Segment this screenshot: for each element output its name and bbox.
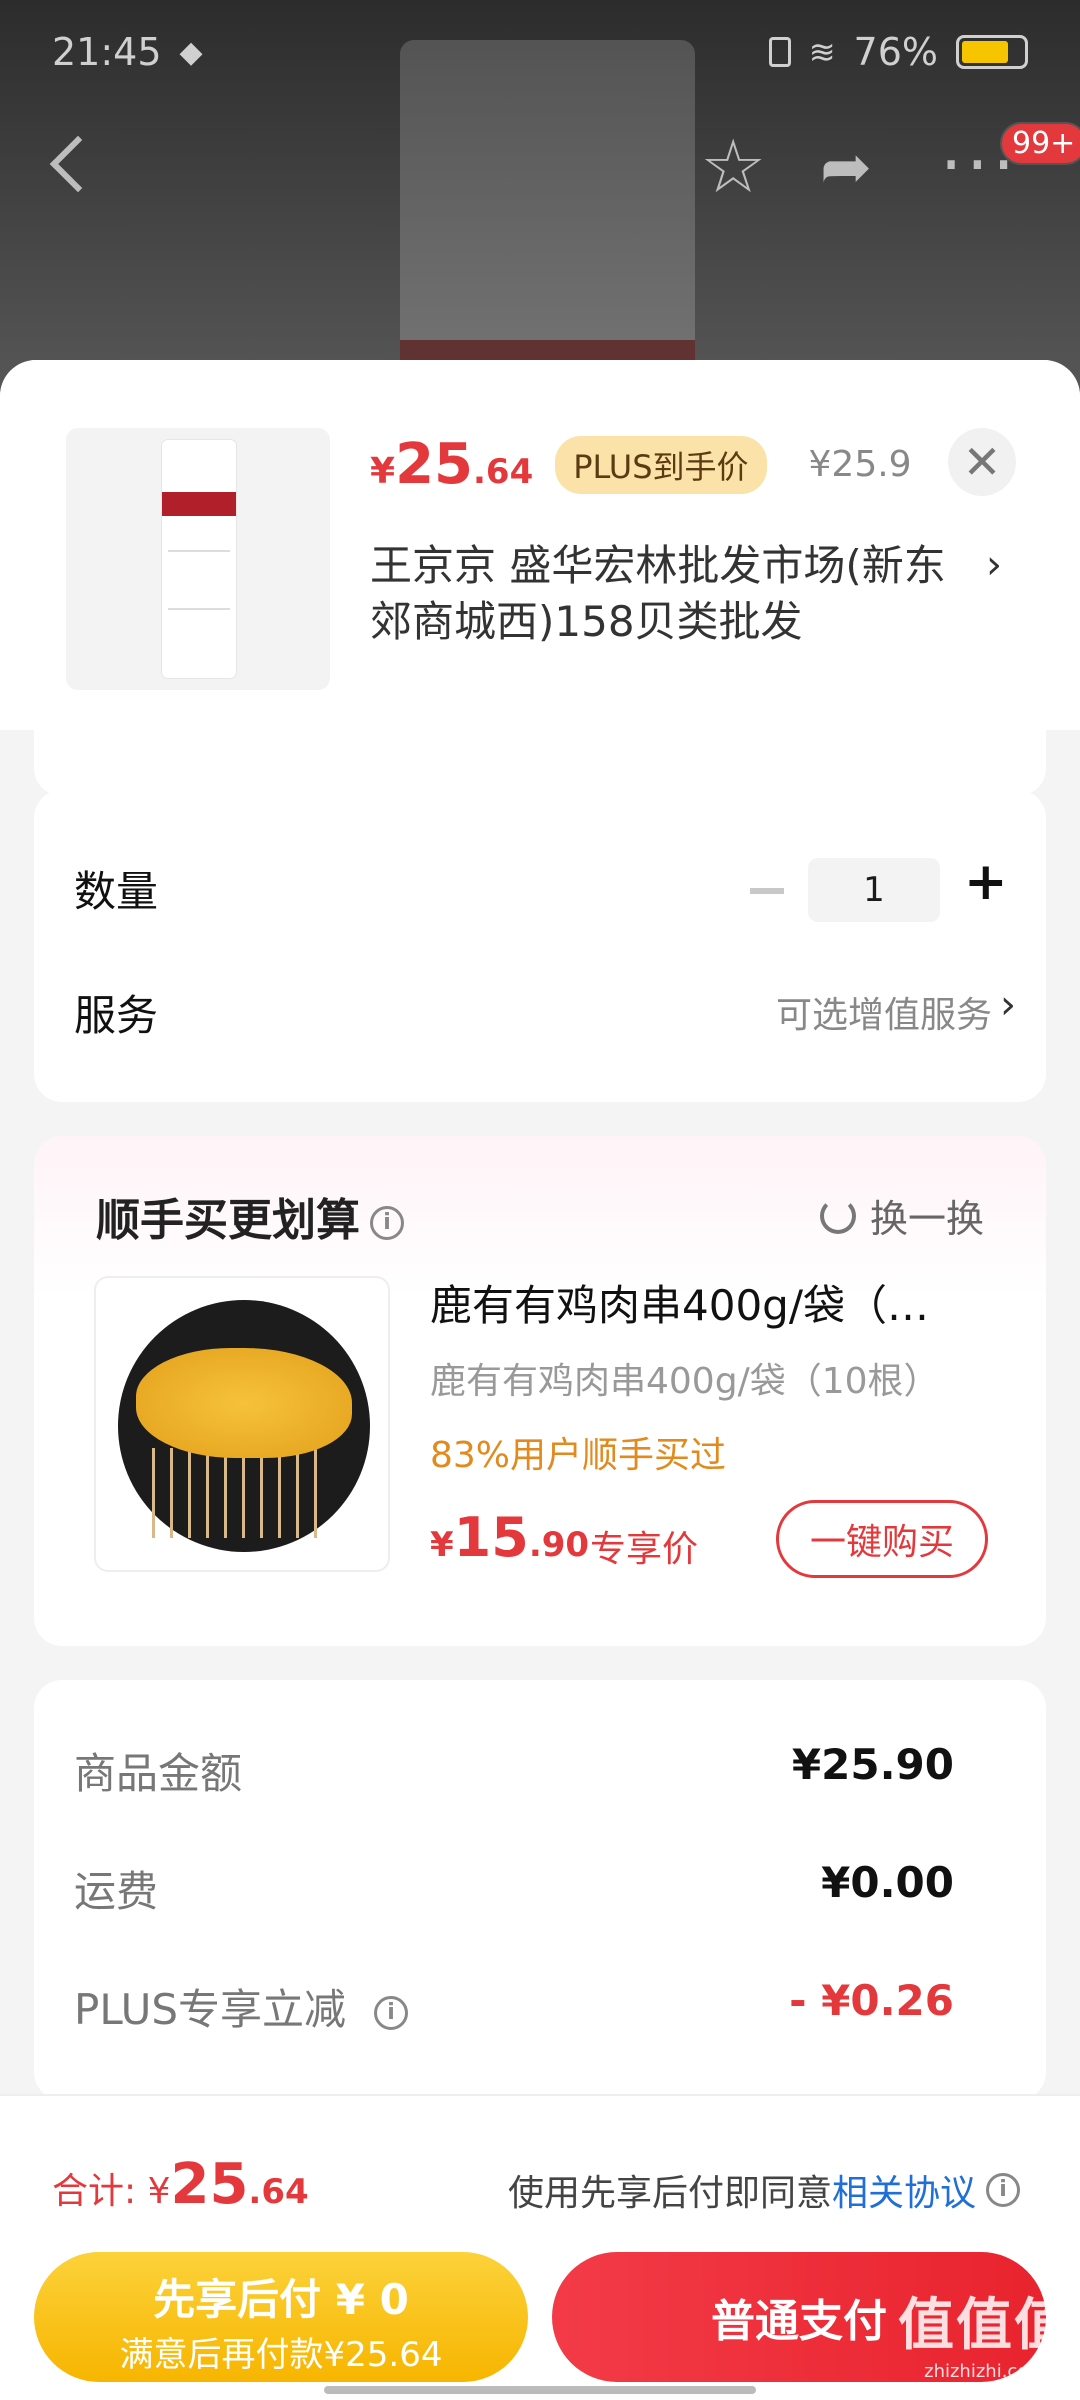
product-price: ¥25.64	[370, 432, 534, 497]
agreement-link[interactable]: 相关协议	[832, 2164, 976, 2216]
summary-row: 商品金额 ¥25.90	[74, 1740, 954, 1798]
home-indicator[interactable]	[324, 2386, 756, 2394]
total-price: 合计: ¥25.64	[52, 2152, 309, 2217]
back-arrow-icon[interactable]	[49, 135, 107, 193]
service-label: 服务	[74, 991, 159, 1040]
info-icon[interactable]: i	[986, 2173, 1020, 2207]
sim-icon	[768, 37, 791, 67]
service-value[interactable]: 可选增值服务	[776, 986, 992, 1038]
price-row: ¥25.64 PLUS到手价 ¥25.9	[370, 432, 912, 497]
share-icon[interactable]: ➦	[820, 136, 872, 198]
info-icon[interactable]: i	[370, 1206, 404, 1240]
info-icon[interactable]: i	[374, 1995, 409, 2030]
chevron-right-icon[interactable]: ›	[1000, 982, 1016, 1028]
spec-card-edge	[34, 700, 1046, 796]
one-click-buy-button[interactable]: 一键购买	[776, 1500, 988, 1578]
quantity-input[interactable]: 1	[808, 858, 940, 922]
recommend-item-image[interactable]	[94, 1276, 390, 1572]
watermark: 值值值 zhizhizhi.com	[898, 2293, 1072, 2382]
wifi-icon: ≋	[808, 33, 836, 71]
favorite-star-icon[interactable]: ☆	[700, 130, 766, 204]
quantity-plus-button[interactable]: +	[964, 852, 1008, 912]
original-price: ¥25.9	[808, 444, 912, 485]
refresh-button[interactable]: 换一换	[819, 1188, 984, 1243]
recommend-bought-text: 83%用户顺手买过	[430, 1435, 727, 1476]
close-button[interactable]: ✕	[948, 428, 1016, 496]
agreement-text: 使用先享后付即同意 相关协议 i	[508, 2164, 1020, 2216]
quantity-service-card: 数量 1 + 服务 可选增值服务 ›	[34, 790, 1046, 1102]
recommend-title: 顺手买更划算 i	[96, 1184, 404, 1248]
quantity-minus-button[interactable]	[750, 888, 784, 894]
close-icon: ✕	[962, 435, 1002, 489]
recommend-item-name[interactable]: 鹿有有鸡肉串400g/袋（…	[430, 1272, 1010, 1333]
chevron-right-icon[interactable]: ›	[986, 542, 1002, 588]
product-thumbnail	[66, 428, 330, 690]
battery-icon	[956, 35, 1028, 69]
pay-later-button[interactable]: 先享后付 ¥ 0 满意后再付款¥25.64	[34, 2252, 528, 2382]
shop-name[interactable]: 王京京 盛华宏林批发市场(新东郊商城西)158贝类批发	[370, 538, 970, 650]
plus-price-tag: PLUS到手价	[555, 435, 767, 494]
notification-icon: ◆	[179, 34, 203, 70]
top-nav: ☆ ➦ ··· 99+	[0, 122, 1080, 220]
recommend-item-subtitle: 鹿有有鸡肉串400g/袋（10根）	[430, 1361, 940, 1402]
purchase-sheet: ¥25.64 PLUS到手价 ¥25.9 ✕ 王京京 盛华宏林批发市场(新东郊商…	[0, 360, 1080, 2400]
battery-percent: 76%	[853, 30, 938, 74]
recommend-price-tag: 专享价	[590, 1529, 699, 1570]
refresh-icon	[819, 1197, 856, 1234]
recommend-card: 顺手买更划算 i 换一换 鹿有有鸡肉串400g/袋（… 鹿有有鸡肉串400g/袋（…	[34, 1136, 1046, 1646]
price-summary-card: 商品金额 ¥25.90 运费 ¥0.00 PLUS专享立减 i - ¥0.26	[34, 1680, 1046, 2100]
status-time: 21:45	[52, 30, 162, 74]
message-badge: 99+	[1000, 122, 1080, 165]
summary-row: PLUS专享立减 i - ¥0.26	[74, 1976, 954, 2034]
recommend-item-price: ¥15.90	[430, 1506, 590, 1569]
status-bar: 21:45 ◆ ≋ 76%	[52, 22, 1028, 82]
summary-row: 运费 ¥0.00	[74, 1858, 954, 1916]
product-header: ¥25.64 PLUS到手价 ¥25.9 ✕ 王京京 盛华宏林批发市场(新东郊商…	[0, 360, 1080, 730]
background-page: 21:45 ◆ ≋ 76% ☆ ➦ ··· 99+	[0, 0, 1080, 420]
quantity-label: 数量	[74, 867, 159, 916]
